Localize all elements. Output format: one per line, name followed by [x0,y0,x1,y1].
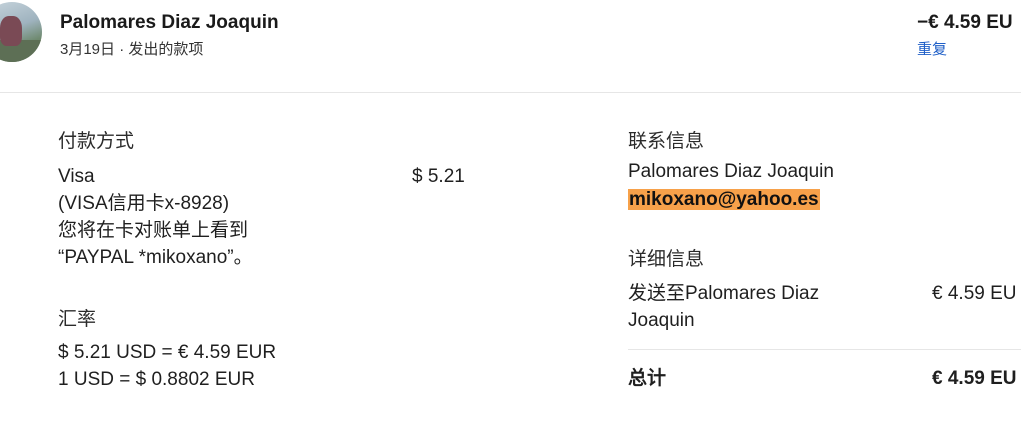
payment-amount: $ 5.21 [412,166,465,187]
payment-method-block: Visa (VISA信用卡x-8928) 您将在卡对账单上看到 “PAYPAL … [58,163,253,271]
subline-separator: · [119,41,125,58]
statement-note-line1: 您将在卡对账单上看到 [58,220,249,241]
sent-to-line1: 发送至Palomares Diaz [628,283,820,304]
transaction-subline: 3月19日 · 发出的款项 [60,38,203,59]
sent-to-block: 发送至Palomares Diaz Joaquin [628,280,819,334]
contact-email[interactable]: mikoxano@yahoo.es [628,189,820,210]
exchange-rate-block: $ 5.21 USD = € 4.59 EUR 1 USD = $ 0.8802… [58,339,276,393]
sent-to-line2: Joaquin [628,310,695,331]
header-divider [0,92,1021,93]
payment-method-name: Visa [58,166,95,187]
statement-note-line2: “PAYPAL *mikoxano”。 [58,247,253,268]
transaction-amount: −€ 4.59 EU [917,12,1013,33]
payment-card-info: (VISA信用卡x-8928) [58,193,230,214]
total-amount: € 4.59 EU [932,368,1017,389]
payment-method-title: 付款方式 [58,131,135,152]
sent-amount: € 4.59 EU [932,283,1017,304]
transaction-date: 3月19日 [60,41,116,58]
total-label: 总计 [628,368,667,389]
avatar-person [0,16,22,46]
exchange-rate-unit: 1 USD = $ 0.8802 EUR [58,369,255,390]
exchange-rate-title: 汇率 [58,309,97,330]
exchange-rate-conversion: $ 5.21 USD = € 4.59 EUR [58,342,277,363]
contact-name: Palomares Diaz Joaquin [628,161,834,182]
avatar [0,2,42,62]
contact-info-title: 联系信息 [628,131,705,152]
counterparty-name: Palomares Diaz Joaquin [60,12,279,33]
details-divider [628,349,1021,350]
repeat-button[interactable]: 重复 [917,38,947,59]
contact-email-line: mikoxano@yahoo.es [628,186,820,213]
transaction-type: 发出的款项 [128,41,204,58]
details-title: 详细信息 [628,249,705,270]
